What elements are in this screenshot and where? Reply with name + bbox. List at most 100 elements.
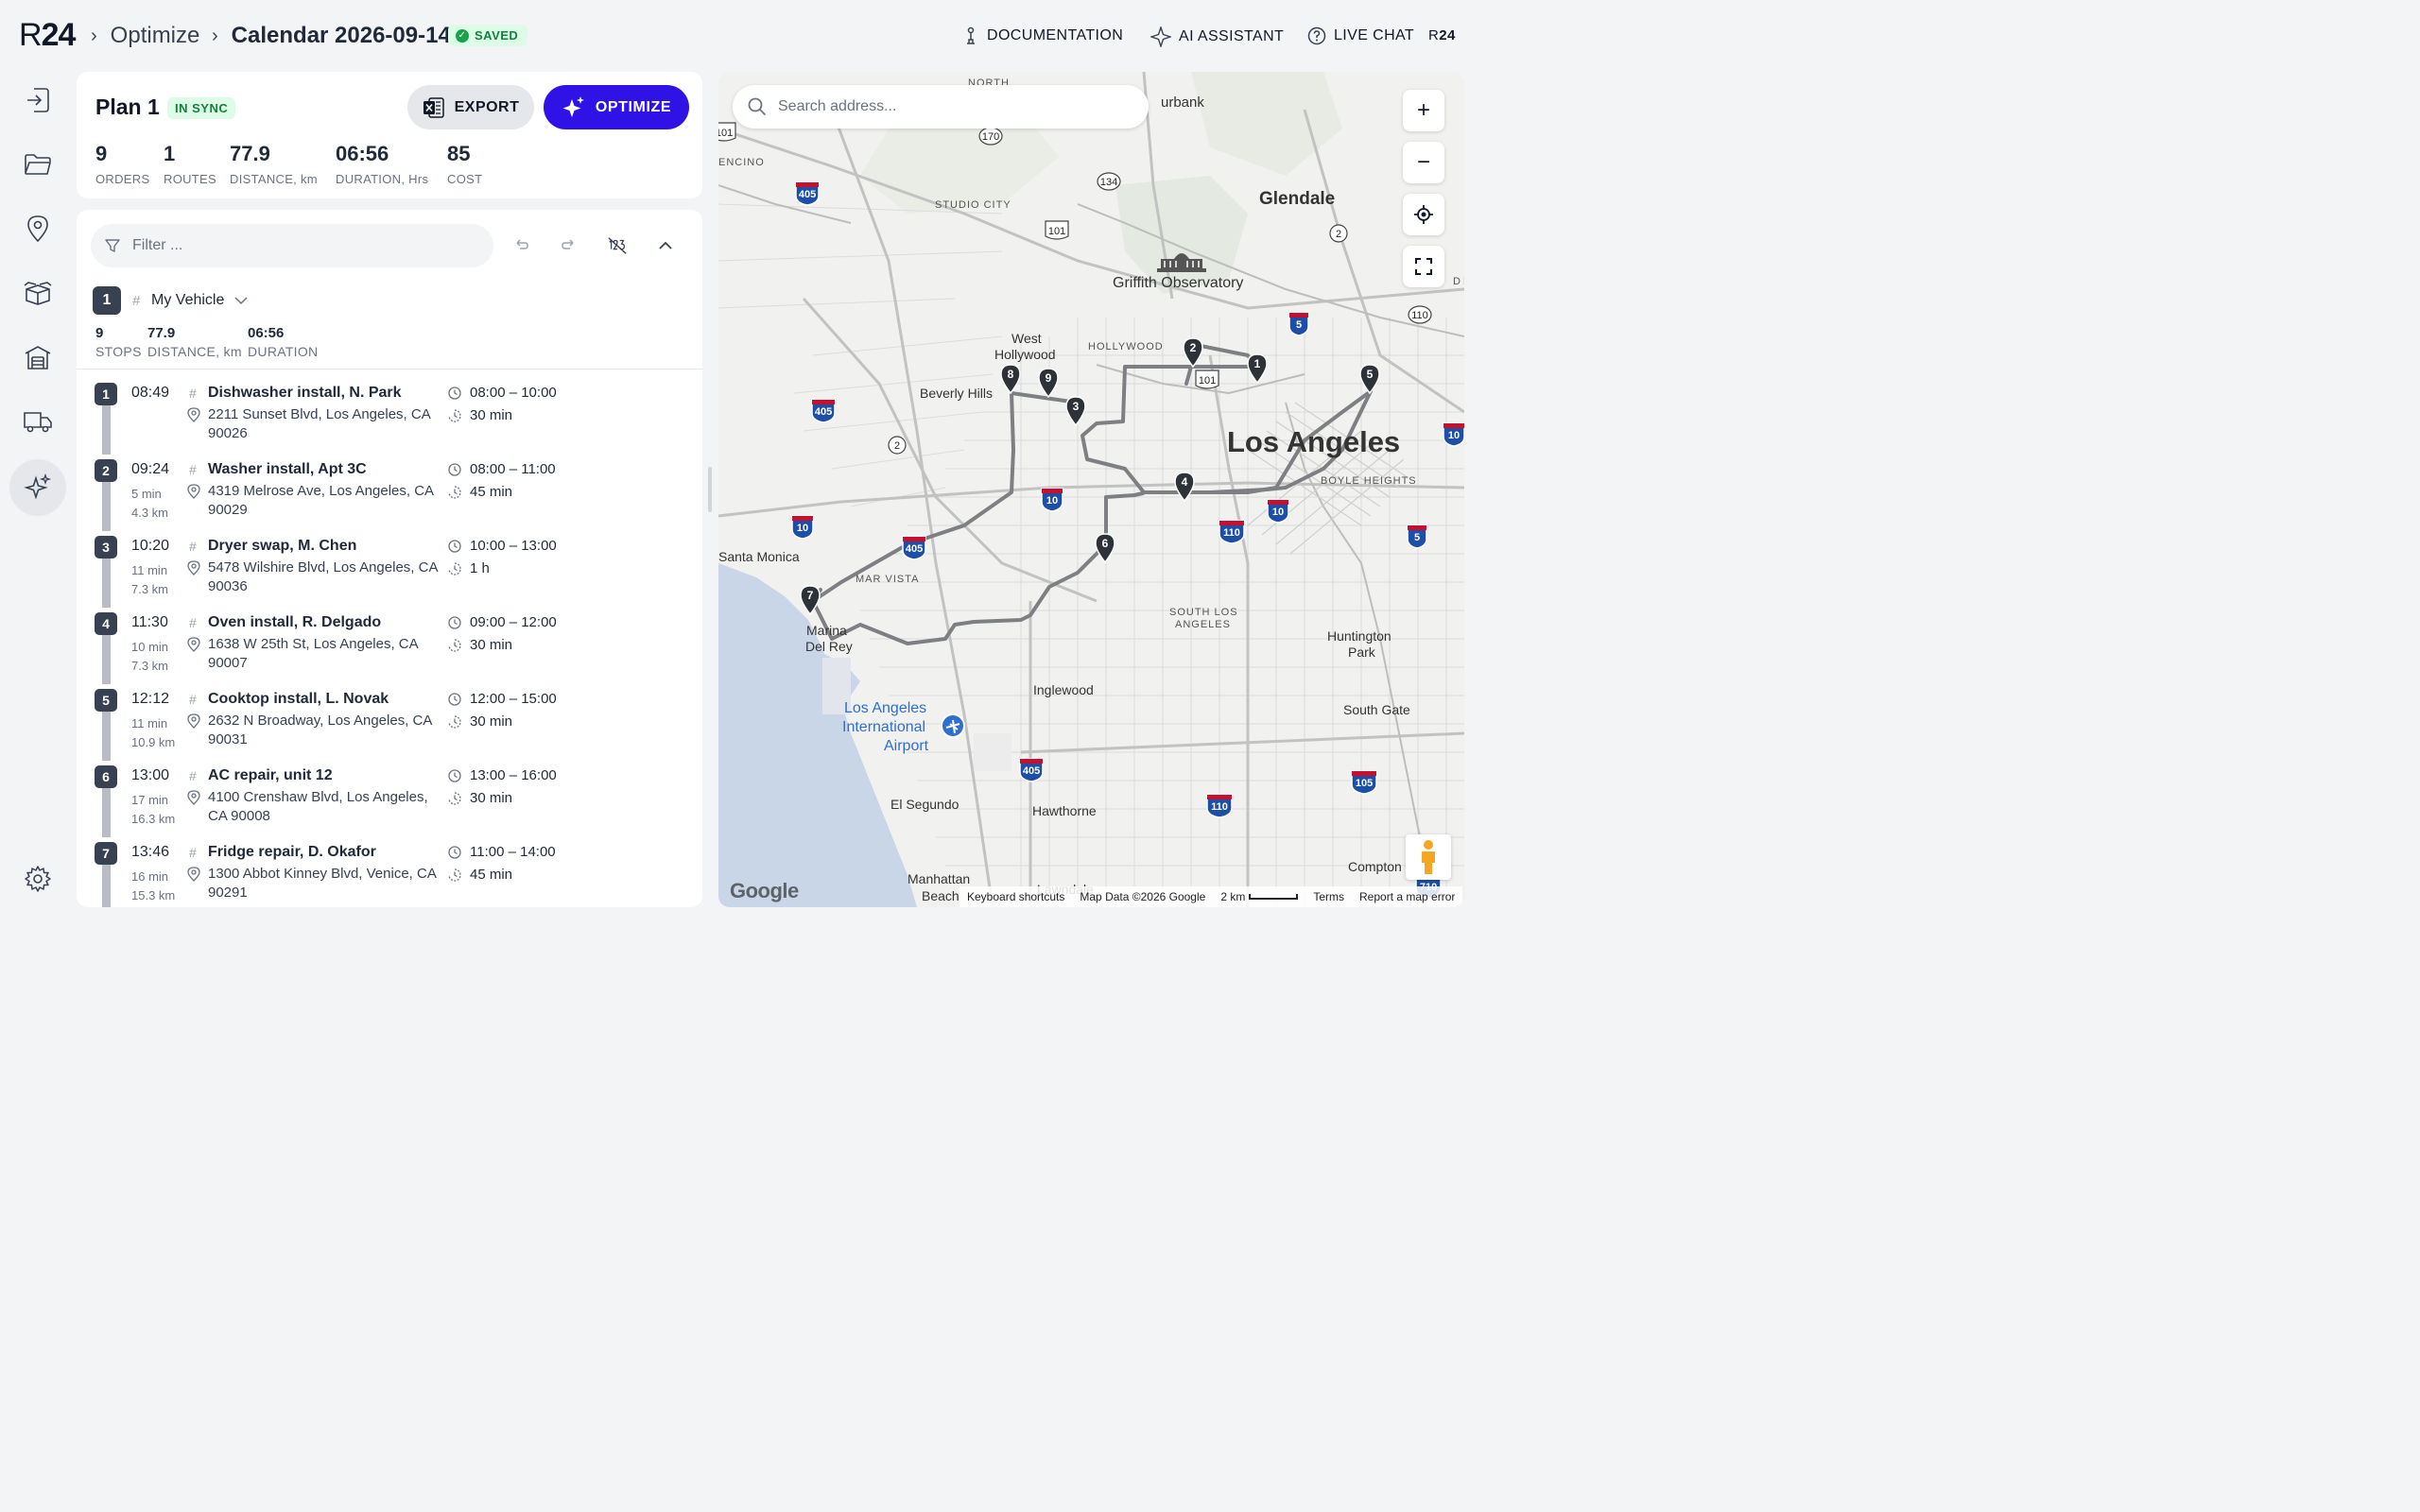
keyboard-shortcuts-link[interactable]: Keyboard shortcuts	[967, 890, 1064, 903]
collapse-button[interactable]	[655, 235, 676, 256]
stop-address: 2211 Sunset Blvd, Los Angeles, CA 90026	[208, 406, 431, 441]
map-label-huntington-park: Huntington	[1327, 628, 1392, 644]
export-button[interactable]: EXPORT	[407, 85, 534, 129]
fullscreen-icon	[1415, 258, 1432, 275]
address-search-input[interactable]	[778, 98, 1137, 115]
app-header: R24 › Optimize › Calendar 2026-09-14 ✓ S…	[0, 0, 1482, 72]
stop-timeline-bar	[102, 558, 111, 608]
street-view-pegman[interactable]	[1406, 834, 1451, 880]
stop-service-time: 30 min	[470, 407, 513, 423]
map-view[interactable]: 405 405 405 405 10 10 10 10 110 110 105 …	[718, 72, 1464, 907]
rail-vehicles-button[interactable]	[9, 393, 66, 450]
stop-number: 4	[95, 612, 117, 635]
rail-import-button[interactable]	[9, 72, 66, 129]
fullscreen-button[interactable]	[1403, 246, 1444, 287]
map-label-griffith: Griffith Observatory	[1113, 275, 1244, 291]
stop-leg-info: 10 min 7.3 km	[131, 638, 168, 676]
rail-locations-button[interactable]	[9, 200, 66, 257]
optimize-button[interactable]: OPTIMIZE	[544, 85, 689, 129]
locate-me-button[interactable]	[1403, 194, 1444, 235]
redo-button[interactable]	[559, 235, 579, 256]
redo-icon	[562, 239, 574, 249]
stop-title: Dryer swap, M. Chen	[208, 538, 357, 554]
map-label-hollywood: HOLLYWOOD	[1088, 341, 1164, 352]
map-label-west-hollywood: Hollywood	[994, 347, 1056, 362]
location-pin-icon	[187, 560, 200, 580]
rail-folder-button[interactable]	[9, 136, 66, 193]
undo-button[interactable]	[510, 235, 531, 256]
stop-address: 5478 Wilshire Blvd, Los Angeles, CA 90036	[208, 559, 439, 594]
route-marker[interactable]: 6	[1095, 533, 1115, 563]
stop-time-window: 12:00 – 15:00	[470, 691, 557, 707]
report-error-link[interactable]: Report a map error	[1359, 890, 1455, 903]
small-logo[interactable]: R 24	[1428, 27, 1456, 43]
stop-number: 2	[95, 459, 117, 482]
stop-title: Oven install, R. Delgado	[208, 614, 382, 630]
stop-number: 7	[95, 842, 117, 865]
stop-row[interactable]: 5 12:12 11 min 10.9 km # Cooktop install, L. …	[77, 687, 702, 764]
map-label-beverly-hills: Beverly Hills	[920, 386, 994, 401]
zoom-in-button[interactable]: +	[1403, 90, 1444, 131]
zoom-out-button[interactable]: −	[1403, 142, 1444, 183]
route-marker[interactable]: 8	[1000, 364, 1021, 394]
clock-icon	[448, 540, 461, 558]
route-marker[interactable]: 5	[1359, 364, 1380, 394]
rail-depots-button[interactable]	[9, 329, 66, 386]
vehicle-selector[interactable]: My Vehicle	[151, 292, 249, 309]
leg-distance: 16.3 km	[131, 812, 176, 826]
stop-time-window: 08:00 – 10:00	[470, 385, 557, 401]
route-marker-number: 8	[1007, 368, 1014, 381]
filter-input[interactable]	[132, 237, 473, 254]
app-logo[interactable]: R24	[19, 17, 76, 54]
shield-101: 101	[1048, 226, 1065, 237]
map-label-south-la: ANGELES	[1175, 619, 1231, 630]
route-marker[interactable]: 4	[1174, 472, 1195, 502]
shield-110: 110	[1411, 310, 1428, 321]
route-marker[interactable]: 2	[1183, 337, 1203, 368]
rail-orders-button[interactable]	[9, 265, 66, 321]
route-marker[interactable]: 1	[1247, 353, 1268, 384]
google-logo: Google	[730, 879, 799, 902]
scale-bar[interactable]: 2 km	[1220, 890, 1299, 903]
route-marker[interactable]: 9	[1038, 368, 1059, 398]
stop-row[interactable]: 4 11:30 10 min 7.3 km # Oven install, R. Delg…	[77, 610, 702, 687]
route-marker-number: 2	[1189, 341, 1197, 354]
route-marker[interactable]: 7	[800, 585, 821, 615]
stop-service-time: 30 min	[470, 637, 513, 653]
stop-row[interactable]: 3 10:20 11 min 7.3 km # Dryer swap, M. Chen 54…	[77, 534, 702, 610]
address-search-box[interactable]	[733, 85, 1149, 129]
terms-link[interactable]: Terms	[1313, 890, 1344, 903]
shield-10: 10	[1046, 495, 1058, 507]
stop-row[interactable]: 2 09:24 5 min 4.3 km # Washer install, Apt 3C…	[77, 457, 702, 534]
stop-title: AC repair, unit 12	[208, 767, 333, 783]
route-marker[interactable]: 3	[1065, 396, 1086, 426]
sparkles-icon	[562, 95, 584, 117]
ai-assistant-link[interactable]: AI ASSISTANT	[1150, 26, 1284, 47]
hide-numbers-button[interactable]	[607, 235, 628, 256]
map-label-west-hollywood: West	[1011, 331, 1042, 346]
service-time-icon	[448, 868, 461, 886]
panel-resize-handle[interactable]	[708, 467, 712, 512]
rail-optimize-button[interactable]	[9, 459, 66, 516]
shield-10: 10	[1272, 507, 1284, 518]
rail-settings-button[interactable]	[9, 850, 66, 907]
map-label-santa-monica: Santa Monica	[718, 549, 800, 564]
stop-time-window: 08:00 – 11:00	[470, 461, 556, 477]
route-marker-number: 9	[1045, 371, 1052, 385]
breadcrumb-section[interactable]: › Optimize	[91, 23, 199, 49]
stop-row[interactable]: 6 13:00 17 min 16.3 km # AC repair, unit 12 41…	[77, 764, 702, 840]
live-chat-link[interactable]: LIVE CHAT	[1307, 26, 1414, 45]
stat-duration: 06:56 DURATION, Hrs	[336, 142, 429, 186]
hash-icon: #	[189, 845, 197, 860]
map-label-encino: ENCINO	[718, 157, 765, 168]
sparkle-icon	[1150, 26, 1171, 47]
location-pin-icon	[187, 867, 200, 886]
filter-box[interactable]	[91, 224, 493, 267]
service-time-icon	[448, 715, 461, 733]
stop-row[interactable]: 7 13:46 16 min 15.3 km # Fridge repair, D. Ok…	[77, 840, 702, 907]
stop-row[interactable]: 1 08:49 # Dishwasher install, N. Park 2211 S…	[77, 381, 702, 457]
location-pin-icon	[187, 407, 200, 427]
hash-icon: #	[189, 539, 197, 554]
documentation-link[interactable]: DOCUMENTATION	[962, 26, 1123, 45]
stop-address: 4100 Crenshaw Blvd, Los Angeles, CA 90008	[208, 789, 428, 824]
